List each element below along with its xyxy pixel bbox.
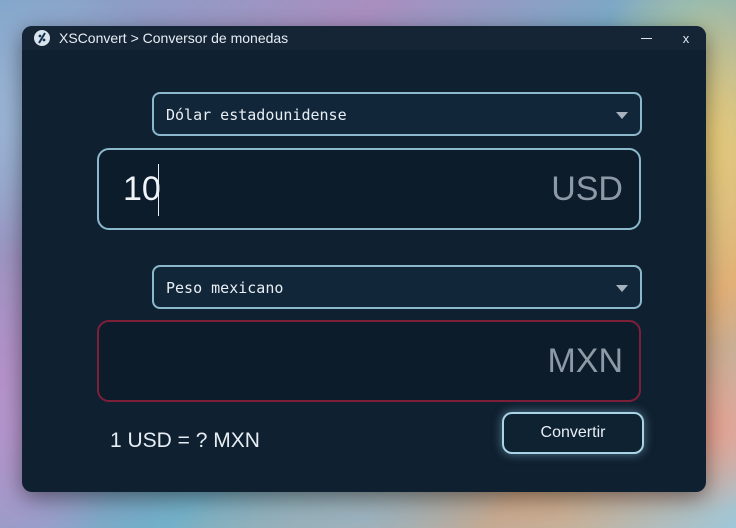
window-title: XSConvert > Conversor de monedas [59,30,289,46]
converter-window: XSConvert > Conversor de monedas x Dólar… [22,26,706,492]
to-currency-label: Peso mexicano [166,279,284,297]
exchange-rate-text: 1 USD = ? MXN [110,429,260,452]
minimize-button[interactable] [630,26,662,50]
chevron-down-icon [616,285,628,292]
to-amount-field[interactable]: MXN [97,320,641,402]
from-amount-value: 10 [123,170,161,208]
to-currency-code: MXN [547,342,623,380]
app-logo-icon [34,30,50,46]
from-currency-code: USD [551,170,623,208]
from-currency-select[interactable]: Dólar estadounidense [152,92,642,136]
minimize-icon [640,37,652,39]
title-bar[interactable]: XSConvert > Conversor de monedas x [22,26,706,50]
text-cursor [158,164,159,216]
convert-button[interactable]: Convertir [502,412,644,454]
to-currency-select[interactable]: Peso mexicano [152,265,642,309]
from-amount-field[interactable]: 10 USD [97,148,641,230]
chevron-down-icon [616,112,628,119]
from-currency-label: Dólar estadounidense [166,106,347,124]
close-button[interactable]: x [670,26,702,50]
